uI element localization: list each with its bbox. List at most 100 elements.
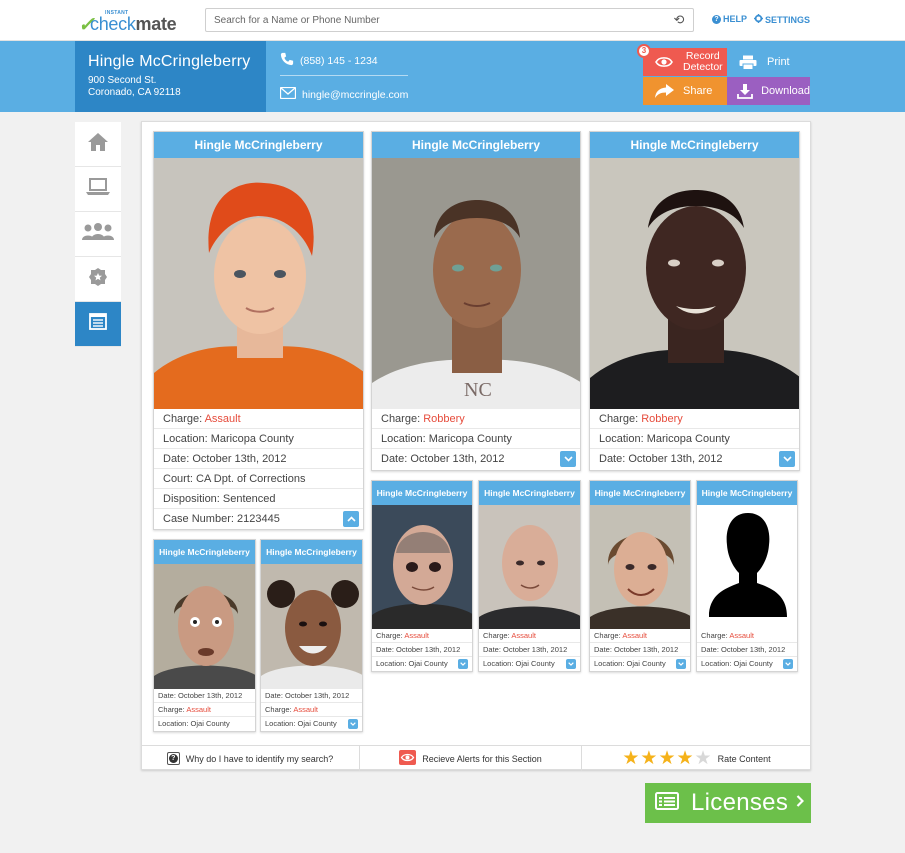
mail-icon <box>279 86 297 102</box>
sidebar-item-home[interactable] <box>75 122 121 167</box>
mugshot-photo <box>154 158 363 409</box>
date-value: October 13th, 2012 <box>178 691 243 700</box>
sidebar-item-criminal[interactable] <box>75 257 121 302</box>
search-input[interactable] <box>214 13 654 28</box>
licenses-button[interactable]: Licenses <box>645 783 811 823</box>
star-filled-icon[interactable]: ★ <box>677 749 694 768</box>
date-row: Date: October 13th, 2012 <box>261 689 362 703</box>
card-name: Hingle McCringleberry <box>372 481 472 505</box>
expand-chevron-down-icon[interactable] <box>783 659 793 669</box>
phone-contact[interactable]: (858) 145 - 1234 <box>280 52 378 69</box>
record-card: Hingle McCringleberry Charge: Assault Lo… <box>153 131 364 530</box>
location-row: Location: Ojai County <box>261 717 362 731</box>
charge-row: Charge: Assault <box>697 629 797 643</box>
date-row: Date: October 13th, 2012 <box>154 689 255 703</box>
date-value: October 13th, 2012 <box>410 453 505 465</box>
location-row: Location: Maricopa County <box>590 429 799 449</box>
charge-label: Charge: <box>158 705 185 714</box>
charge-label: Charge: <box>376 631 403 640</box>
mugshot-photo <box>479 505 580 629</box>
expand-chevron-down-icon[interactable] <box>676 659 686 669</box>
settings-link[interactable]: SETTINGS <box>754 14 810 25</box>
location-value: Maricopa County <box>646 433 730 445</box>
location-value: Ojai County <box>297 719 337 728</box>
receive-alerts-text: Recieve Alerts for this Section <box>422 753 542 764</box>
sidebar-item-records[interactable] <box>75 302 121 347</box>
expand-chevron-down-icon[interactable] <box>348 719 358 729</box>
share-button[interactable]: Share <box>643 77 727 105</box>
print-button[interactable]: Print <box>727 48 810 76</box>
star-rating[interactable]: ★ ★ ★ ★ ★ <box>622 749 711 768</box>
sidebar-item-online[interactable] <box>75 167 121 212</box>
rate-content-text: Rate Content <box>717 753 771 764</box>
charge-row: Charge: Assault <box>261 703 362 717</box>
location-value: Ojai County <box>190 719 230 728</box>
document-list-icon <box>89 313 107 335</box>
location-row: Location: Maricopa County <box>154 429 363 449</box>
location-value: Ojai County <box>626 659 666 668</box>
date-label: Date: <box>163 453 190 465</box>
collapse-chevron-up-icon[interactable] <box>343 511 359 527</box>
help-link[interactable]: ? HELP <box>712 14 747 24</box>
laptop-icon <box>86 177 110 201</box>
email-address: hingle@mccringle.com <box>302 88 409 101</box>
download-button[interactable]: Download <box>727 77 810 105</box>
record-detector-button[interactable]: Record Detector <box>643 48 727 76</box>
question-icon: ? <box>166 752 180 765</box>
star-filled-icon[interactable]: ★ <box>640 749 657 768</box>
location-row: Location: Maricopa County <box>372 429 580 449</box>
date-label: Date: <box>599 453 626 465</box>
expand-chevron-down-icon[interactable] <box>458 659 468 669</box>
panel-footer: ? Why do I have to identify my search? R… <box>141 745 811 771</box>
card-name: Hingle McCringleberry <box>154 132 363 158</box>
card-name: Hingle McCringleberry <box>697 481 797 505</box>
receive-alerts-link[interactable]: Recieve Alerts for this Section <box>360 746 582 771</box>
date-value: October 13th, 2012 <box>192 453 287 465</box>
chevron-right-icon <box>796 794 805 812</box>
record-card-small: Hingle McCringleberry Charge: Assault Da… <box>478 480 581 672</box>
location-value: Ojai County <box>515 659 555 668</box>
email-contact[interactable]: hingle@mccringle.com <box>279 86 409 102</box>
reset-search-icon[interactable]: ⟲ <box>672 12 686 28</box>
checkmate-logo[interactable]: INSTANT ✓ checkmate <box>78 8 196 36</box>
location-row: Location: Ojai County <box>590 657 690 671</box>
date-row: Date: October 13th, 2012 <box>479 643 580 657</box>
charge-row: Charge: Assault <box>479 629 580 643</box>
date-row: Date: October 13th, 2012 <box>590 449 799 469</box>
star-filled-icon[interactable]: ★ <box>622 749 639 768</box>
charge-label: Charge: <box>599 413 639 425</box>
location-row: Location: Ojai County <box>372 657 472 671</box>
star-filled-icon[interactable]: ★ <box>658 749 675 768</box>
case-number-row: Case Number: 2123445 <box>154 509 363 529</box>
date-value: October 13th, 2012 <box>396 645 461 654</box>
date-value: October 13th, 2012 <box>285 691 350 700</box>
record-card: Hingle McCringleberry Charge: Robbery Lo… <box>589 131 800 471</box>
disposition-row: Disposition: Sentenced <box>154 489 363 509</box>
case-number-label: Case Number: <box>163 513 234 525</box>
sidebar-item-relatives[interactable] <box>75 212 121 257</box>
date-label: Date: <box>483 645 501 654</box>
expand-chevron-down-icon[interactable] <box>566 659 576 669</box>
date-label: Date: <box>594 645 612 654</box>
why-identify-link[interactable]: ? Why do I have to identify my search? <box>141 746 360 771</box>
search-box: ⟲ <box>205 8 694 32</box>
record-card-small: Hingle McCringleberry Charge: Assault Da… <box>371 480 473 672</box>
location-label: Location: <box>163 433 208 445</box>
date-row: Date: October 13th, 2012 <box>590 643 690 657</box>
date-label: Date: <box>265 691 283 700</box>
card-name: Hingle McCringleberry <box>372 132 580 158</box>
court-row: Court: CA Dpt. of Corrections <box>154 469 363 489</box>
location-label: Location: <box>599 433 644 445</box>
charge-value: Assault <box>204 413 241 425</box>
expand-chevron-down-icon[interactable] <box>779 451 795 467</box>
location-label: Location: <box>701 659 732 668</box>
disposition-label: Disposition: <box>163 493 220 505</box>
list-card-icon <box>655 791 679 815</box>
charge-label: Charge: <box>594 631 621 640</box>
date-value: October 13th, 2012 <box>614 645 679 654</box>
charge-row: Charge: Assault <box>372 629 472 643</box>
settings-label: SETTINGS <box>765 14 811 25</box>
star-empty-icon[interactable]: ★ <box>695 749 712 768</box>
location-row: Location: Ojai County <box>697 657 797 671</box>
expand-chevron-down-icon[interactable] <box>560 451 576 467</box>
